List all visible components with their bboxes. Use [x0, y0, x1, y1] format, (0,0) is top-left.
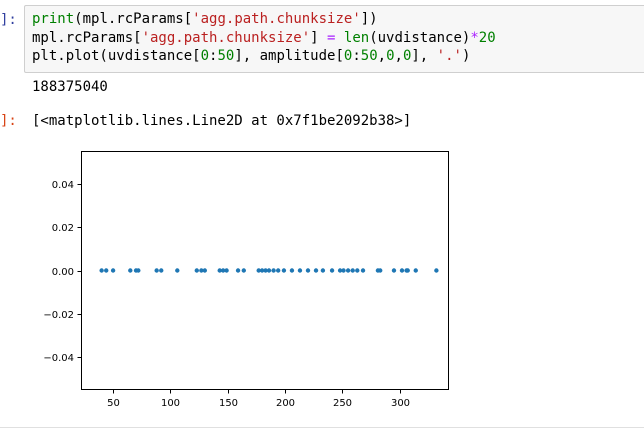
scatter-plot: 0.04 0.02 0.00 −0.02 −0.04 50 100 150 200 250 300 — [43, 151, 449, 409]
data-point — [305, 268, 311, 273]
data-point — [289, 268, 295, 273]
data-point — [266, 268, 272, 273]
data-point — [313, 268, 319, 273]
data-point — [350, 268, 355, 273]
data-point — [320, 268, 326, 273]
data-point — [154, 268, 159, 273]
data-point — [378, 268, 383, 273]
data-point — [399, 268, 405, 273]
x-tick-label: 200 — [276, 398, 295, 409]
y-tick-label: 0.02 — [52, 223, 74, 234]
data-point — [345, 268, 351, 273]
data-point — [329, 268, 335, 273]
x-tick-label: 150 — [219, 398, 238, 409]
data-point — [159, 268, 164, 273]
data-point — [281, 268, 287, 273]
cell-divider — [0, 427, 644, 428]
data-point — [413, 268, 418, 273]
x-tick-label: 50 — [107, 398, 120, 409]
y-tick-label: −0.02 — [43, 310, 74, 321]
data-point — [391, 268, 397, 273]
data-point — [128, 268, 133, 273]
data-point — [175, 268, 180, 273]
data-point — [235, 268, 241, 273]
data-point — [99, 268, 104, 273]
data-point — [194, 268, 199, 273]
data-point — [202, 268, 208, 273]
y-tick-label: 0.00 — [52, 267, 74, 278]
data-point — [297, 268, 303, 273]
data-point — [355, 268, 360, 273]
x-tick-label: 300 — [391, 398, 410, 409]
data-point — [241, 268, 246, 273]
x-tick-label: 250 — [333, 398, 352, 409]
data-point — [360, 268, 366, 273]
data-point — [104, 268, 109, 273]
data-point — [110, 268, 116, 273]
data-point — [271, 268, 276, 273]
data-point — [341, 268, 346, 273]
data-point — [224, 268, 229, 273]
data-point — [405, 268, 410, 273]
x-tick-label: 100 — [161, 398, 180, 409]
y-tick-label: −0.04 — [43, 353, 74, 364]
y-tick-label: 0.04 — [52, 180, 74, 191]
data-point — [275, 268, 281, 273]
data-point — [136, 268, 141, 273]
data-point — [434, 268, 439, 273]
